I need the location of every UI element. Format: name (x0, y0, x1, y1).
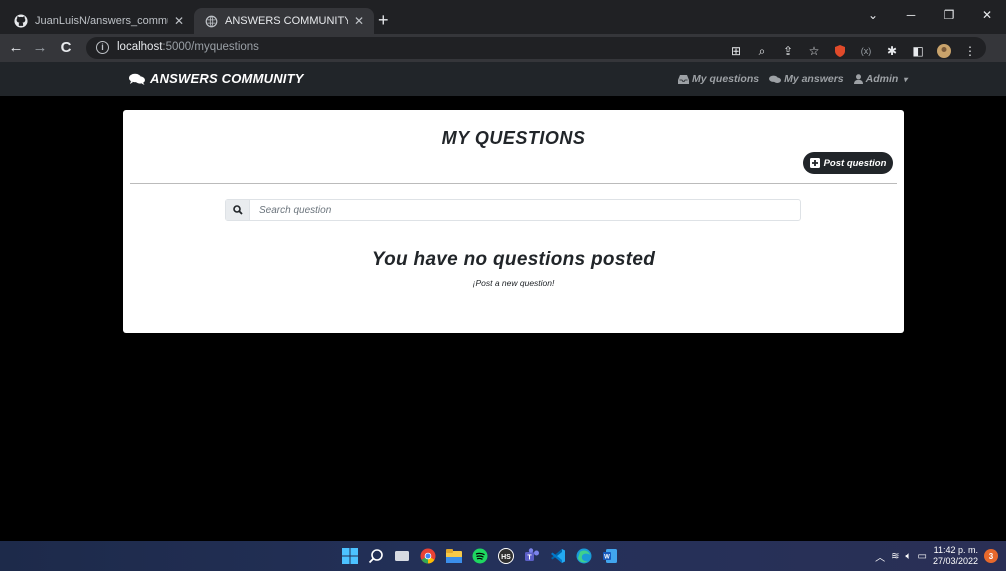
github-icon (14, 14, 28, 28)
browser-tab-github[interactable]: JuanLuisN/answers_community ✕ (4, 8, 194, 34)
tab-title: JuanLuisN/answers_community (35, 15, 168, 27)
edge-icon[interactable] (574, 546, 594, 566)
browser-tab-bar: JuanLuisN/answers_community ✕ ANSWERS CO… (0, 0, 1006, 34)
comments-icon (129, 73, 145, 85)
nav-label: Admin (865, 73, 899, 85)
plus-square-icon (809, 158, 820, 168)
close-window-icon[interactable]: ✕ (968, 8, 1006, 22)
os-taskbar: HS T W ︿ ≋ 🔈︎ ▭ 11:42 p. m. 27/03/2022 3 (0, 541, 1006, 571)
share-icon[interactable]: ⇪ (776, 41, 800, 61)
back-arrow-icon[interactable]: ← (6, 38, 26, 58)
search-icon[interactable] (366, 546, 386, 566)
minimize-icon[interactable]: ─ (892, 8, 930, 22)
hs-app-icon[interactable]: HS (496, 546, 516, 566)
nav-label: My answers (784, 73, 844, 85)
globe-icon (204, 14, 218, 28)
questions-card: MY QUESTIONS Post question You have no q… (123, 110, 904, 333)
caret-down-icon: ▾ (903, 74, 908, 84)
empty-state-subtitle: ¡Post a new question! (472, 278, 555, 288)
chrome-icon[interactable] (418, 546, 438, 566)
profile-avatar-icon[interactable] (932, 41, 956, 61)
search-input[interactable] (250, 200, 800, 220)
translate-icon[interactable]: ⊞ (724, 41, 748, 61)
spotify-icon[interactable] (470, 546, 490, 566)
taskbar-apps: HS T W (340, 546, 620, 566)
address-bar[interactable]: i localhost:5000/myquestions ⊞ ⌕ ⇪ ☆ (x)… (86, 37, 986, 59)
info-icon[interactable]: i (96, 41, 109, 54)
sidepanel-icon[interactable]: ◧ (906, 41, 930, 61)
post-question-label: Post question (823, 157, 887, 169)
system-tray: ︿ ≋ 🔈︎ ▭ 11:42 p. m. 27/03/2022 3 (875, 545, 998, 567)
divider (130, 183, 897, 184)
new-tab-button[interactable]: + (378, 9, 389, 31)
restore-icon[interactable]: ❐ (930, 8, 968, 22)
extension-icon[interactable]: (x) (854, 41, 878, 61)
search-group (225, 199, 801, 221)
nav-my-answers[interactable]: My answers (769, 73, 844, 85)
menu-kebab-icon[interactable]: ⋮ (958, 41, 982, 61)
nav-label: My questions (692, 73, 760, 85)
battery-icon[interactable]: ▭ (918, 551, 927, 562)
omnibox-actions: ⊞ ⌕ ⇪ ☆ (x) ✱ ◧ ⋮ (724, 41, 982, 61)
extension-red-icon[interactable] (828, 41, 852, 61)
word-icon[interactable]: W (600, 546, 620, 566)
search-icon (232, 205, 243, 215)
chevron-down-icon[interactable]: ⌄ (854, 8, 892, 22)
close-tab-icon[interactable]: ✕ (174, 14, 184, 28)
comments-icon (769, 75, 782, 83)
clock[interactable]: 11:42 p. m. 27/03/2022 (933, 545, 978, 567)
svg-text:T: T (527, 555, 532, 562)
notification-badge[interactable]: 3 (984, 549, 998, 563)
bookmark-star-icon[interactable]: ☆ (802, 41, 826, 61)
forward-arrow-icon[interactable]: → (30, 38, 50, 58)
svg-text:W: W (604, 555, 610, 561)
vscode-icon[interactable] (548, 546, 568, 566)
inbox-icon (678, 74, 689, 84)
brand-logo[interactable]: ANSWERS COMMUNITY (129, 71, 304, 86)
page-title: MY QUESTIONS (441, 128, 586, 148)
svg-text:HS: HS (501, 554, 511, 561)
wifi-icon[interactable]: ≋ (891, 551, 899, 562)
search-button[interactable] (226, 200, 250, 220)
empty-state-title: You have no questions posted (371, 249, 656, 270)
close-tab-icon[interactable]: ✕ (354, 14, 364, 28)
clock-time: 11:42 p. m. (933, 545, 978, 555)
volume-icon[interactable]: 🔈︎ (906, 551, 912, 562)
nav-my-questions[interactable]: My questions (678, 73, 759, 85)
post-question-button[interactable]: Post question (803, 152, 893, 174)
teams-icon[interactable]: T (522, 546, 542, 566)
window-controls: ⌄ ─ ❐ ✕ (854, 0, 1006, 30)
app-navbar: ANSWERS COMMUNITY My questions My answer… (0, 62, 1006, 96)
puzzle-icon[interactable]: ✱ (880, 41, 904, 61)
browser-toolbar: ← → C i localhost:5000/myquestions ⊞ ⌕ ⇪… (0, 34, 1006, 62)
windows-start-icon[interactable] (340, 546, 360, 566)
task-view-icon[interactable] (392, 546, 412, 566)
clock-date: 27/03/2022 (932, 556, 978, 566)
browser-tab-answers[interactable]: ANSWERS COMMUNITY ✕ (194, 8, 374, 34)
zoom-icon[interactable]: ⌕ (750, 41, 774, 61)
user-icon (853, 74, 863, 84)
tab-title: ANSWERS COMMUNITY (225, 15, 348, 27)
nav-links: My questions My answers Admin ▾ (678, 73, 907, 85)
reload-icon[interactable]: C (56, 38, 76, 58)
brand-name: ANSWERS COMMUNITY (150, 71, 304, 86)
chevron-up-icon[interactable]: ︿ (875, 549, 885, 564)
url-text: localhost:5000/myquestions (117, 41, 259, 53)
nav-admin-dropdown[interactable]: Admin ▾ (853, 73, 908, 85)
file-explorer-icon[interactable] (444, 546, 464, 566)
